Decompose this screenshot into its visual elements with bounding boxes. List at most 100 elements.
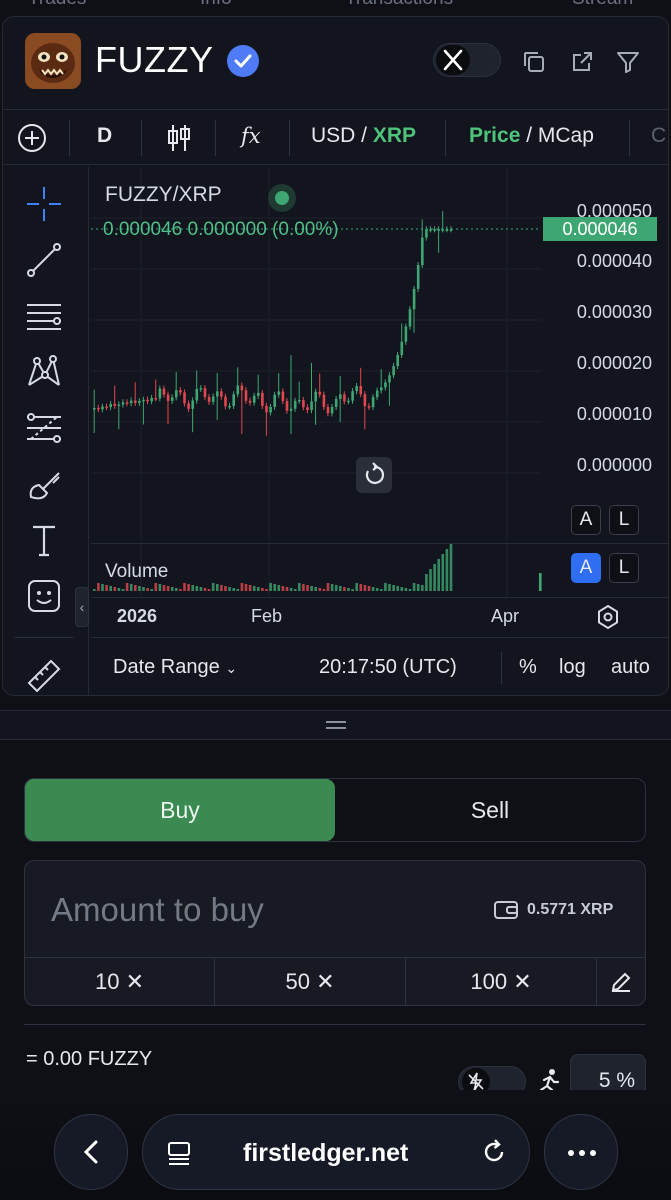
volume-bar [429, 569, 432, 591]
pair-label: FUZZY/XRP [105, 183, 222, 206]
tab-info[interactable]: Info [200, 0, 232, 10]
refresh-icon [365, 462, 385, 484]
percent-scale-button[interactable]: % [519, 656, 537, 679]
date-range-dropdown[interactable]: Date Range ⌄ [113, 656, 237, 679]
volume-bar [211, 583, 215, 591]
candle-body [277, 391, 281, 395]
resize-handle[interactable] [0, 710, 671, 740]
volume-bar [183, 583, 186, 591]
candle-body [416, 265, 420, 289]
indicators-fx-button[interactable]: fx [241, 124, 261, 148]
date-axis-label: 2026 [117, 606, 158, 626]
tab-stream[interactable]: Stream [572, 0, 633, 10]
auto-scale-button[interactable]: auto [611, 656, 650, 679]
volume-bar [281, 586, 285, 591]
toolbar-divider [215, 120, 216, 156]
volume-bar [314, 587, 317, 591]
date-axis: 2026 Feb Apr [91, 597, 668, 637]
pattern-tool-icon[interactable] [23, 351, 65, 393]
candle-body [355, 386, 358, 392]
text-tool-icon[interactable] [23, 519, 65, 561]
add-indicator-icon[interactable] [17, 123, 47, 153]
fib-retracement-icon[interactable] [23, 407, 65, 449]
tabs-reader-icon[interactable] [165, 1139, 193, 1167]
volume-bar [269, 583, 272, 591]
crosshair-icon[interactable] [23, 183, 65, 225]
quick-amount-button[interactable]: 50 ✕ [215, 958, 406, 1006]
filter-icon[interactable] [615, 49, 641, 75]
url-text: firstledger.net [243, 1139, 409, 1167]
volume-bar [326, 583, 330, 591]
candle-body [228, 405, 231, 408]
volume-bar [170, 587, 174, 591]
candle-body [289, 408, 293, 411]
candle-body [220, 391, 223, 397]
volume-bar [359, 584, 363, 591]
reload-icon[interactable] [479, 1137, 509, 1167]
volume-bar [195, 586, 199, 591]
sell-tab-button[interactable]: Sell [335, 779, 645, 841]
candlestick-icon[interactable] [165, 123, 193, 153]
quick-amount-button[interactable]: 100 ✕ [406, 958, 597, 1006]
tools-divider [15, 637, 73, 638]
brush-icon[interactable] [23, 463, 65, 505]
volume-bar [129, 584, 133, 591]
external-link-icon[interactable] [569, 49, 595, 75]
candle-body [138, 401, 141, 403]
candle-body [232, 394, 235, 406]
candle-body [195, 388, 199, 401]
bottom-divider [501, 652, 502, 684]
quote-currency-toggle[interactable]: USD / XRP [311, 124, 416, 148]
volume-bar [421, 585, 424, 591]
volume-bar [179, 589, 182, 591]
interval-button[interactable]: D [97, 124, 112, 148]
address-bar[interactable]: firstledger.net [142, 1114, 530, 1190]
candle-body [302, 400, 305, 408]
candle-body [306, 407, 309, 411]
price-log-button[interactable]: L [609, 505, 639, 535]
horizontal-lines-icon[interactable] [23, 295, 65, 337]
collapse-tools-chevron-icon[interactable]: ‹ [75, 587, 89, 627]
quote-xrp: XRP [372, 124, 417, 147]
toolbar-more[interactable]: C [651, 124, 666, 148]
more-options-button[interactable] [544, 1114, 618, 1190]
candle-body [347, 400, 350, 403]
candle-body [318, 391, 322, 395]
chart-toolbar: D fx USD / XRP Price / MCap C [3, 109, 668, 165]
candle-body [384, 382, 387, 388]
edit-pencil-icon[interactable] [609, 970, 633, 994]
toolbar-divider [629, 120, 630, 156]
quick-amount-button[interactable]: 10 ✕ [25, 958, 215, 1006]
trend-line-icon[interactable] [23, 239, 65, 281]
volume-bar [334, 585, 338, 591]
buy-tab-button[interactable]: Buy [25, 779, 335, 841]
tab-trades[interactable]: Trades [28, 0, 86, 10]
amount-input[interactable] [51, 887, 451, 933]
price-mcap-toggle[interactable]: Price / MCap [469, 124, 594, 148]
candle-body [252, 395, 256, 403]
tab-transactions[interactable]: Transactions [345, 0, 453, 10]
candle-body [187, 403, 190, 409]
utc-clock: 20:17:50 (UTC) [319, 656, 457, 678]
chart-bottom-bar: Date Range ⌄ 20:17:50 (UTC) % log auto [91, 637, 668, 695]
candle-body [293, 400, 297, 409]
volume-bar [277, 585, 281, 591]
sticker-icon[interactable] [23, 575, 65, 617]
back-button[interactable] [54, 1114, 128, 1190]
quick-amount-value: 100 [470, 969, 508, 994]
price-autoscale-button[interactable]: A [571, 505, 601, 535]
volume-bar [101, 584, 104, 591]
reset-chart-button[interactable] [356, 457, 392, 493]
log-scale-button[interactable]: log [559, 656, 586, 679]
volume-autoscale-button[interactable]: A [571, 553, 601, 583]
copy-icon[interactable] [521, 49, 547, 75]
volume-log-button[interactable]: L [609, 553, 639, 583]
x-share-toggle[interactable] [433, 43, 501, 77]
ruler-icon[interactable] [23, 655, 65, 696]
price-chart[interactable]: FUZZY/XRP 0.000046 0.000000 (0.00%) 0.00… [91, 167, 668, 637]
volume-bar [310, 586, 313, 591]
volume-bar [437, 559, 440, 591]
volume-bar [412, 583, 416, 591]
chart-settings-icon[interactable] [595, 604, 621, 630]
volume-bar [175, 588, 178, 591]
